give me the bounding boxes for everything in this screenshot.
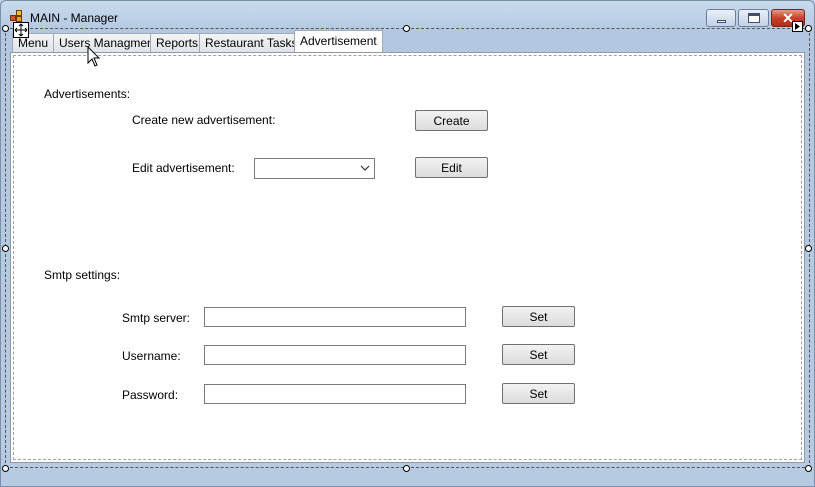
edit-advertisement-label: Edit advertisement: [132,161,235,175]
resize-handle-bottom-left[interactable] [2,465,9,472]
resize-handle-bottom[interactable] [403,465,410,472]
minimize-button[interactable] [706,9,736,27]
window-title: MAIN - Manager [30,11,119,25]
app-icon [10,10,24,22]
tab-users-managment[interactable]: Users Managment [53,33,164,52]
minimize-icon [717,20,726,23]
edit-button[interactable]: Edit [415,157,488,178]
resize-handle-left[interactable] [2,245,9,252]
resize-handle-top[interactable] [403,25,410,32]
password-set-button[interactable]: Set [502,383,575,404]
mouse-cursor-icon [87,46,101,67]
create-button[interactable]: Create [415,110,488,131]
password-input[interactable] [204,384,466,404]
tab-scroll-arrow-icon[interactable] [792,21,803,32]
maximize-button[interactable] [738,9,769,27]
main-window: MAIN - Manager ✕ Menu Users Managment Re… [0,0,815,487]
advertisements-section-label: Advertisements: [44,87,131,101]
resize-handle-top-left[interactable] [2,25,9,32]
username-label: Username: [122,349,181,363]
username-input[interactable] [204,345,466,365]
create-advertisement-label: Create new advertisement: [132,113,276,127]
tab-advertisement[interactable]: Advertisement [294,30,383,52]
chevron-down-icon [360,165,370,171]
tab-strip: Menu Users Managment Reports Restaurant … [10,30,805,53]
username-set-button[interactable]: Set [502,344,575,365]
tab-restaurant-tasks[interactable]: Restaurant Tasks [199,33,304,52]
smtp-settings-section-label: Smtp settings: [44,268,121,282]
resize-handle-top-right[interactable] [805,25,812,32]
move-icon[interactable] [13,22,29,38]
smtp-server-label: Smtp server: [122,311,191,325]
edit-advertisement-select[interactable] [254,158,375,179]
smtp-server-input[interactable] [204,307,466,327]
resize-handle-right[interactable] [805,245,812,252]
password-label: Password: [122,388,179,402]
smtp-server-set-button[interactable]: Set [502,306,575,327]
resize-handle-bottom-right[interactable] [805,465,812,472]
tab-reports[interactable]: Reports [150,33,205,52]
advertisement-tab-page: Advertisements: Create new advertisement… [10,52,805,463]
maximize-icon [748,13,760,23]
